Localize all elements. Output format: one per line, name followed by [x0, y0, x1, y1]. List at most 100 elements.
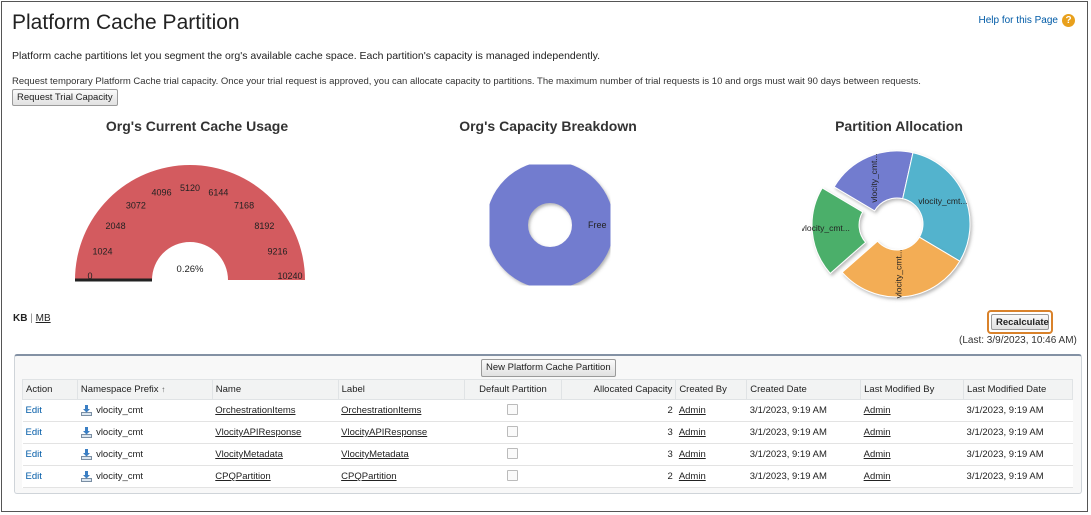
- cell-modified-by: Admin: [860, 421, 964, 444]
- created-by-link[interactable]: Admin: [679, 405, 706, 416]
- page-title: Platform Cache Partition: [12, 11, 240, 34]
- created-date: 3/1/2023, 9:19 AM: [746, 443, 861, 466]
- cell-action: Edit: [22, 421, 78, 444]
- mb-unit-link[interactable]: MB: [36, 313, 51, 324]
- gauge-tick-label: 9216: [267, 247, 287, 257]
- header-namespace-label[interactable]: Namespace Prefix: [81, 384, 159, 395]
- gauge-value-label: 0.26%: [177, 264, 204, 275]
- sort-ascending-icon[interactable]: ↑: [161, 385, 165, 394]
- header-last-modified-by[interactable]: Last Modified By: [860, 379, 965, 400]
- cell-label: VlocityMetadata: [338, 443, 465, 466]
- cell-name: VlocityMetadata: [212, 443, 339, 466]
- header-default-partition[interactable]: Default Partition: [463, 379, 563, 400]
- cell-modified-by: Admin: [860, 465, 964, 488]
- header-created-date[interactable]: Created Date: [746, 379, 862, 400]
- gauge-tick-label: 10240: [277, 271, 302, 281]
- cell-default-partition: [464, 465, 562, 488]
- table-header-row: Action Namespace Prefix ↑ Name Label Def…: [22, 379, 1073, 400]
- header-name[interactable]: Name: [211, 379, 339, 400]
- cell-label: VlocityAPIResponse: [338, 421, 465, 444]
- allocated-capacity: 3: [561, 421, 676, 444]
- namespace-prefix: vlocity_cmt: [96, 427, 144, 439]
- download-icon[interactable]: [80, 470, 93, 483]
- header-label[interactable]: Label: [337, 379, 465, 400]
- gauge-tick-label: 8192: [254, 221, 274, 231]
- gauge-tick-label: 1024: [92, 247, 112, 257]
- gauge-tick-label: 3072: [126, 201, 146, 211]
- partition-list-panel: New Platform Cache Partition Action Name…: [14, 354, 1082, 494]
- partition-label-link[interactable]: OrchestrationItems: [341, 405, 421, 416]
- gauge-tick-label: 0: [87, 271, 92, 281]
- namespace-prefix: vlocity_cmt: [96, 449, 144, 461]
- allocation-slice-label: vlocity_cmt...: [918, 196, 967, 206]
- cell-default-partition: [464, 399, 562, 422]
- header-last-modified-date[interactable]: Last Modified Date: [963, 379, 1073, 400]
- modified-date: 3/1/2023, 9:19 AM: [963, 399, 1073, 422]
- edit-link[interactable]: Edit: [26, 427, 42, 438]
- cell-namespace: vlocity_cmt: [77, 399, 213, 422]
- cell-action: Edit: [22, 443, 78, 466]
- gauge-tick-label: 6144: [208, 188, 228, 198]
- header-namespace-prefix[interactable]: Namespace Prefix ↑: [76, 379, 213, 400]
- created-by-link[interactable]: Admin: [679, 471, 706, 482]
- cell-modified-by: Admin: [860, 443, 964, 466]
- modified-by-link[interactable]: Admin: [864, 449, 891, 460]
- cell-name: CPQPartition: [212, 465, 339, 488]
- edit-link[interactable]: Edit: [26, 405, 42, 416]
- cell-name: VlocityAPIResponse: [212, 421, 339, 444]
- allocated-capacity: 2: [561, 465, 676, 488]
- partition-allocation-chart: vlocity_cmt... vlocity_cmt... vlocity_cmt.…: [802, 150, 971, 298]
- partition-name-link[interactable]: CPQPartition: [215, 471, 270, 482]
- question-icon[interactable]: ?: [1062, 14, 1075, 27]
- header-action: Action: [22, 379, 78, 400]
- partition-table: Action Namespace Prefix ↑ Name Label Def…: [22, 379, 1073, 488]
- partition-label-link[interactable]: VlocityMetadata: [341, 449, 409, 460]
- partition-name-link[interactable]: VlocityMetadata: [215, 449, 283, 460]
- help-link[interactable]: Help for this Page ?: [979, 14, 1075, 27]
- modified-date: 3/1/2023, 9:19 AM: [963, 443, 1073, 466]
- download-icon[interactable]: [80, 404, 93, 417]
- edit-link[interactable]: Edit: [26, 471, 42, 482]
- download-icon[interactable]: [80, 448, 93, 461]
- cell-action: Edit: [22, 465, 78, 488]
- cell-action: Edit: [22, 399, 78, 422]
- default-partition-checkbox: [507, 469, 519, 481]
- created-by-link[interactable]: Admin: [679, 449, 706, 460]
- allocation-slice-label: vlocity_cmt...: [894, 249, 904, 298]
- partition-name-link[interactable]: VlocityAPIResponse: [215, 427, 301, 438]
- modified-date: 3/1/2023, 9:19 AM: [963, 465, 1073, 488]
- breakdown-slice-label: Free: [588, 220, 607, 230]
- recalculate-button[interactable]: Recalculate: [991, 314, 1049, 330]
- last-calculated: (Last: 3/9/2023, 10:46 AM): [959, 335, 1077, 346]
- cell-created-by: Admin: [675, 399, 747, 422]
- default-partition-checkbox: [507, 425, 519, 437]
- namespace-prefix: vlocity_cmt: [96, 405, 144, 417]
- allocated-capacity: 2: [561, 399, 676, 422]
- header-created-by[interactable]: Created By: [675, 379, 748, 400]
- modified-by-link[interactable]: Admin: [864, 405, 891, 416]
- kb-unit: KB: [13, 313, 28, 324]
- allocated-capacity: 3: [561, 443, 676, 466]
- header-allocated-capacity[interactable]: Allocated Capacity: [561, 379, 677, 400]
- partition-name-link[interactable]: OrchestrationItems: [215, 405, 295, 416]
- partition-label-link[interactable]: CPQPartition: [341, 471, 396, 482]
- gauge-tick-label: 4096: [152, 188, 172, 198]
- edit-link[interactable]: Edit: [26, 449, 42, 460]
- page-description: Platform cache partitions let you segmen…: [12, 50, 601, 62]
- download-icon[interactable]: [80, 426, 93, 439]
- partition-label-link[interactable]: VlocityAPIResponse: [341, 427, 427, 438]
- modified-by-link[interactable]: Admin: [864, 471, 891, 482]
- cell-label: OrchestrationItems: [338, 399, 465, 422]
- breakdown-chart-title: Org's Capacity Breakdown: [459, 118, 637, 134]
- cell-created-by: Admin: [675, 443, 747, 466]
- request-trial-button[interactable]: Request Trial Capacity: [12, 89, 118, 106]
- default-partition-checkbox: [507, 447, 519, 459]
- capacity-breakdown-chart: Free: [486, 161, 614, 289]
- modified-by-link[interactable]: Admin: [864, 427, 891, 438]
- new-partition-button[interactable]: New Platform Cache Partition: [481, 359, 616, 377]
- usage-chart-title: Org's Current Cache Usage: [105, 118, 289, 134]
- table-row: Edit vlocity_cmt OrchestrationItems Orch…: [22, 399, 1073, 422]
- help-link-label[interactable]: Help for this Page: [979, 15, 1059, 26]
- gauge-tick-label: 5120: [180, 183, 200, 193]
- created-by-link[interactable]: Admin: [679, 427, 706, 438]
